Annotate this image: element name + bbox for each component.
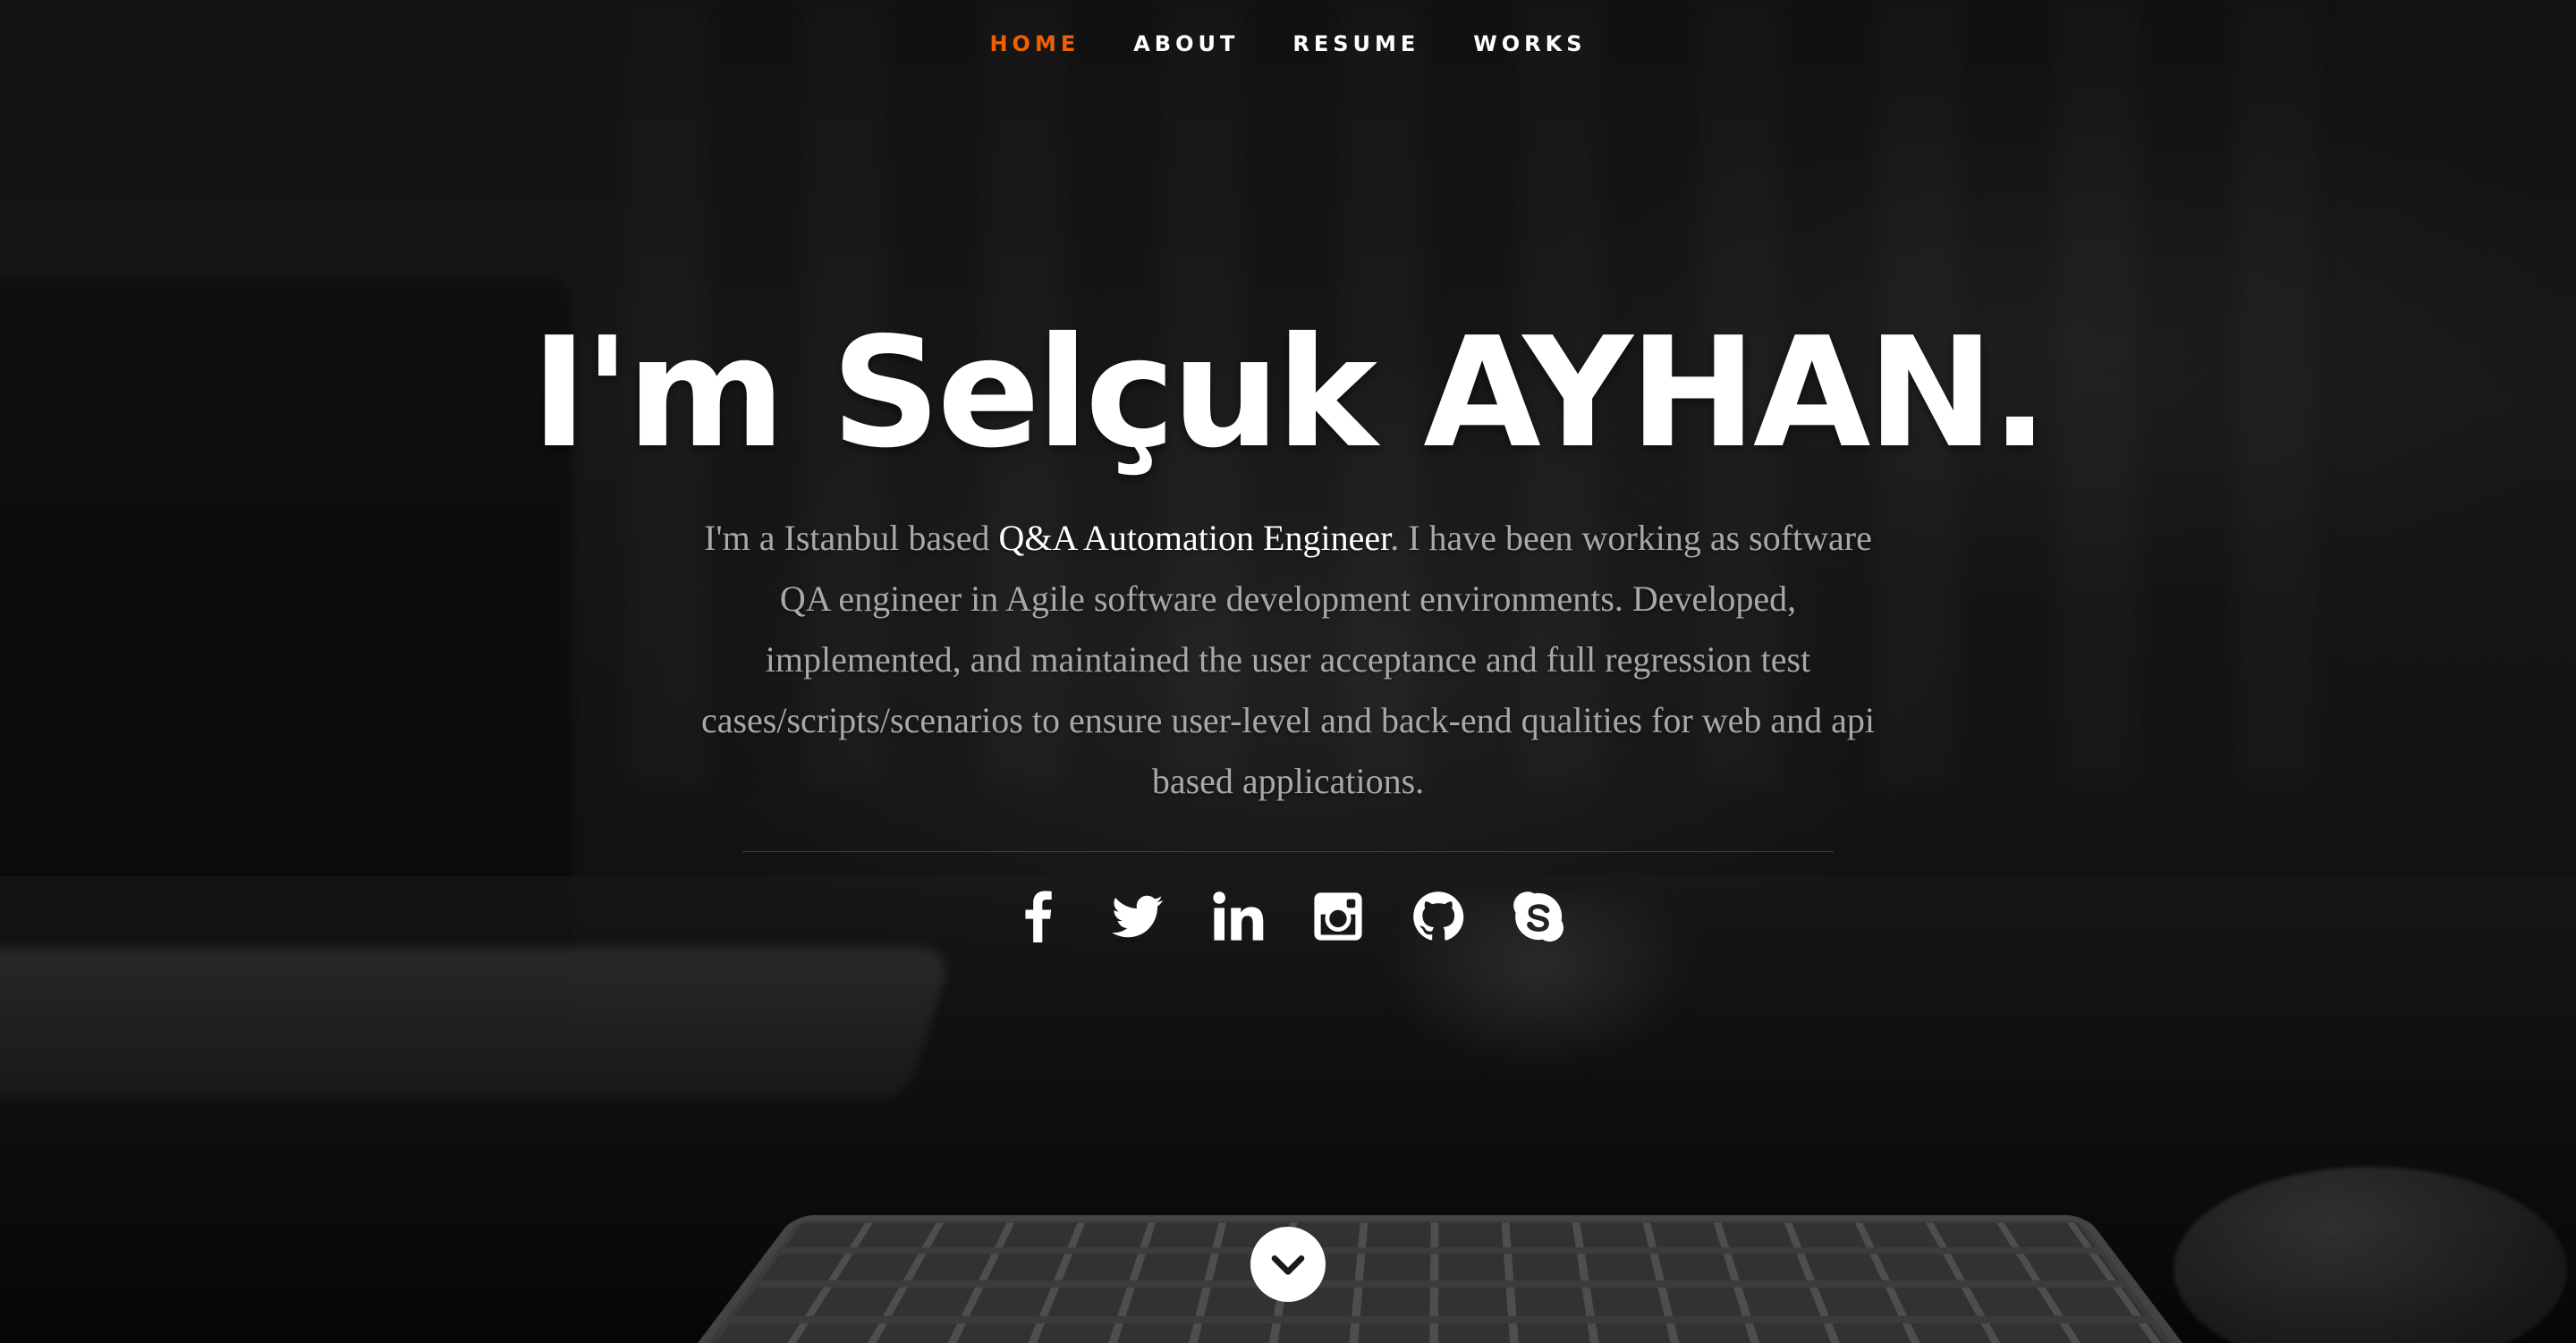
skype-icon [1513,891,1564,942]
hero-section: HOME ABOUT RESUME WORKS I'm Selçuk AYHAN… [0,0,2576,1343]
divider [742,851,1834,852]
github-link[interactable] [1410,888,1467,945]
instagram-link[interactable] [1309,888,1367,945]
linkedin-icon [1213,891,1264,941]
page-title: I'm Selçuk AYHAN. [530,305,2049,482]
chevron-down-icon [1271,1255,1305,1275]
nav-item-home[interactable]: HOME [984,24,1085,63]
scroll-down-button[interactable] [1250,1227,1326,1302]
facebook-link[interactable] [1009,888,1066,945]
twitter-icon [1112,895,1164,938]
intro-text-end: . I have been working as software QA eng… [700,518,1876,801]
intro-job-title: Q&A Automation Engineer [998,518,1391,558]
main-navigation: HOME ABOUT RESUME WORKS [0,0,2576,88]
nav-item-resume[interactable]: RESUME [1287,24,1425,63]
social-links [0,888,2576,945]
facebook-icon [1025,891,1052,942]
github-icon [1413,891,1464,941]
instagram-icon [1314,892,1362,941]
nav-item-works[interactable]: WORKS [1468,24,1591,63]
skype-link[interactable] [1510,888,1567,945]
linkedin-link[interactable] [1209,888,1267,945]
banner: I'm Selçuk AYHAN. I'm a Istanbul based Q… [0,304,2576,945]
twitter-link[interactable] [1109,888,1166,945]
intro-text: I'm a Istanbul based Q&A Automation Engi… [689,508,1887,812]
intro-text-start: I'm a Istanbul based [704,518,999,558]
nav-item-about[interactable]: ABOUT [1128,24,1244,63]
